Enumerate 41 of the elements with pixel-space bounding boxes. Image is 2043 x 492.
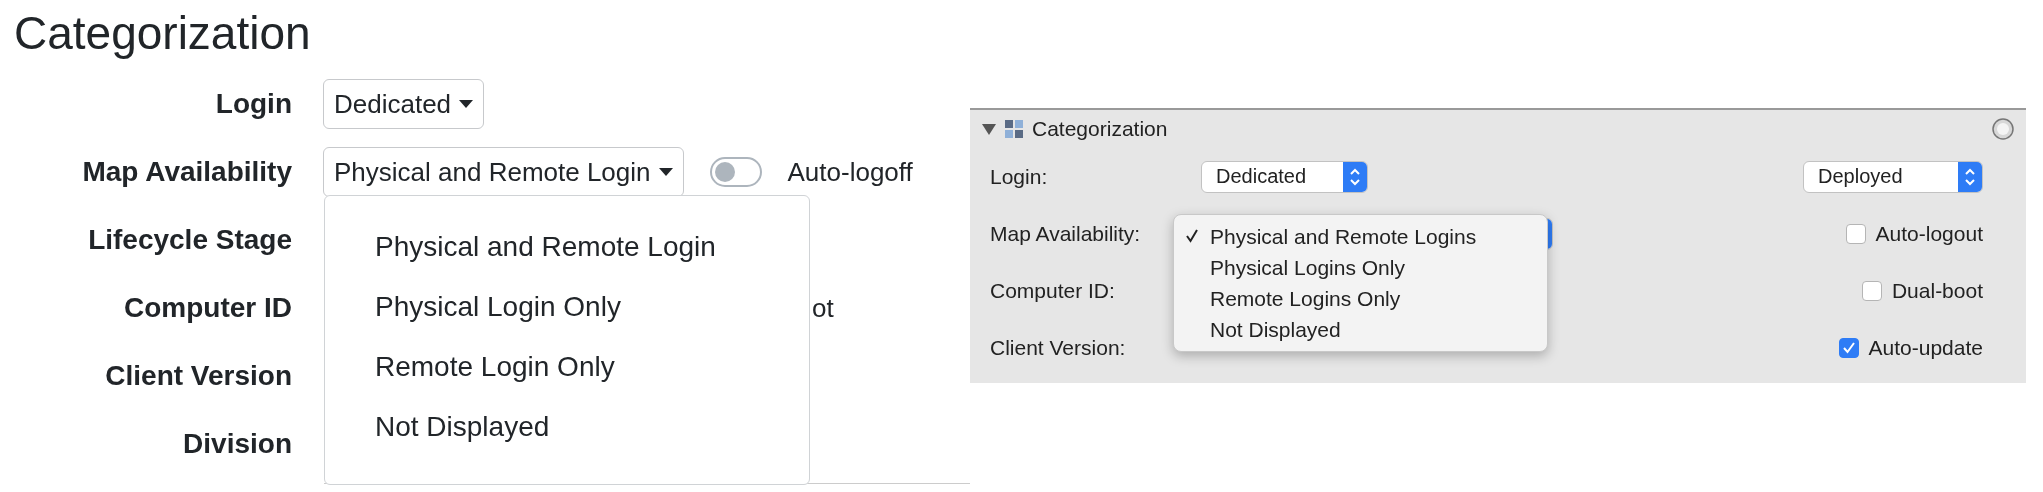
dropdown-button[interactable]: Physical and Remote Login (323, 147, 684, 197)
stepper-icon (1343, 161, 1367, 192)
menu-item[interactable]: Remote Logins Only (1174, 283, 1547, 314)
checkbox[interactable] (1838, 337, 1859, 358)
field-label: Computer ID: (990, 278, 1115, 303)
menu-item[interactable]: Physical Login Only (325, 280, 809, 340)
collapse-triangle-icon[interactable] (982, 122, 996, 136)
field-label: Division (182, 428, 292, 460)
status-circle-icon (1992, 118, 2014, 140)
field-label: Client Version (104, 360, 292, 392)
popup-button[interactable]: Dedicated (1201, 160, 1368, 193)
menu-item[interactable]: Physical Logins Only (1174, 252, 1547, 283)
field-label: Map Availability: (990, 221, 1141, 246)
field-label: Login: (990, 164, 1048, 189)
menu-item[interactable]: Remote Login Only (325, 340, 809, 400)
checkbox-label: Dual-boot (1891, 278, 1983, 303)
field-label: Client Version: (990, 335, 1126, 360)
menu-item[interactable]: Not Displayed (325, 400, 809, 460)
toggle-label: Auto-logoff (787, 156, 913, 188)
checkbox[interactable] (1861, 280, 1882, 301)
menu-item[interactable]: Not Displayed (1174, 314, 1547, 345)
menu-item[interactable]: Physical and Remote Login (325, 220, 809, 280)
section-title: Categorization (13, 6, 312, 61)
grid-icon (1004, 119, 1024, 139)
field-label: Login (214, 88, 292, 120)
field-label: Computer ID (123, 292, 292, 324)
checkbox-label: Auto-update (1868, 335, 1983, 360)
checkbox[interactable] (1845, 223, 1866, 244)
checkbox-label: Auto-logout (1875, 221, 1983, 246)
toggle-switch[interactable] (709, 157, 762, 187)
menu-item[interactable]: Physical and Remote Logins (1174, 221, 1547, 252)
field-label: Map Availability (81, 156, 292, 188)
checkbox-label: ot (812, 292, 834, 324)
caret-icon (658, 168, 673, 176)
checkmark-icon (1185, 229, 1199, 243)
stepper-icon (1958, 161, 1982, 192)
section-title: Categorization (1032, 117, 1169, 141)
field-label: Lifecycle Stage (87, 224, 292, 256)
popup-button[interactable]: Deployed (1803, 160, 1983, 193)
dropdown-button[interactable]: Dedicated (323, 79, 485, 129)
caret-icon (459, 100, 474, 108)
